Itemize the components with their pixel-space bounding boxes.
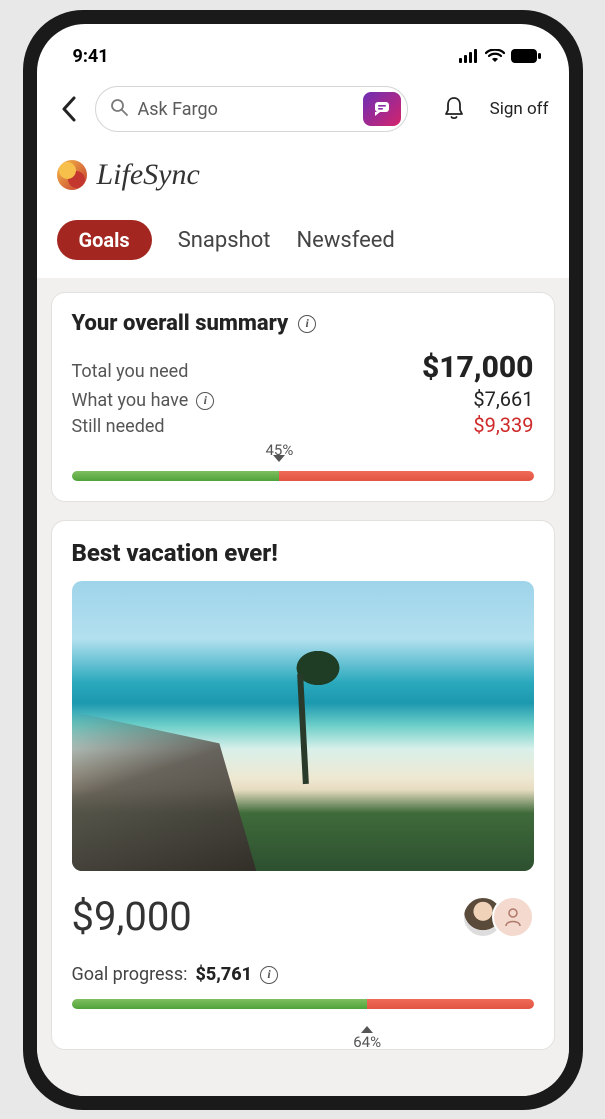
goal-progress-value: $5,761 <box>195 964 252 985</box>
brand-row: LifeSync <box>37 138 569 200</box>
still-label: Still needed <box>72 416 165 437</box>
caret-up-icon <box>361 1026 373 1033</box>
notifications-button[interactable] <box>438 93 470 125</box>
summary-progress: 45% <box>72 459 534 481</box>
fargo-assistant-icon[interactable] <box>363 92 401 126</box>
bell-icon <box>442 96 466 122</box>
summary-progress-bar <box>72 471 534 481</box>
lifesync-logo-icon <box>57 160 87 190</box>
have-value: $7,661 <box>473 387 533 411</box>
info-icon[interactable]: i <box>196 392 214 410</box>
tabs: Goals Snapshot Newsfeed <box>37 200 569 278</box>
progress-filled <box>72 471 280 481</box>
progress-filled <box>72 999 368 1009</box>
goal-title: Best vacation ever! <box>72 539 534 567</box>
goal-progress-bar <box>72 999 534 1009</box>
goal-collaborators[interactable] <box>462 896 534 938</box>
tab-newsfeed[interactable]: Newsfeed <box>296 228 394 253</box>
progress-remaining <box>279 471 533 481</box>
content-area: Your overall summary i Total you need $1… <box>37 278 569 1096</box>
summary-card: Your overall summary i Total you need $1… <box>51 292 555 502</box>
search-input[interactable]: Ask Fargo <box>95 86 408 132</box>
status-time: 9:41 <box>73 46 109 67</box>
status-icons <box>459 49 541 63</box>
tab-goals[interactable]: Goals <box>57 220 152 260</box>
phone-frame: 9:41 <box>23 10 583 1110</box>
palm-tree-icon <box>293 648 343 688</box>
still-value: $9,339 <box>473 413 533 437</box>
phone-mockup: 9:41 <box>0 0 605 1119</box>
caret-down-icon <box>273 455 285 462</box>
person-icon <box>504 907 522 927</box>
back-button[interactable] <box>53 93 85 125</box>
goal-amount: $9,000 <box>72 893 192 940</box>
wifi-icon <box>485 49 505 63</box>
tab-snapshot[interactable]: Snapshot <box>178 228 271 253</box>
brand-name: LifeSync <box>97 158 200 192</box>
search-icon <box>110 98 128 121</box>
goal-image <box>72 581 534 871</box>
goal-progress: 64% <box>72 999 534 1029</box>
goal-progress-pct: 64% <box>353 1033 381 1051</box>
goal-progress-label-row: Goal progress: $5,761 i <box>72 964 534 985</box>
avatar <box>492 896 534 938</box>
have-label: What you have i <box>72 390 215 411</box>
info-icon[interactable]: i <box>260 966 278 984</box>
top-nav: Ask Fargo Sign off <box>37 74 569 138</box>
progress-remaining <box>367 999 533 1009</box>
total-need-label: Total you need <box>72 361 189 382</box>
goal-progress-label: Goal progress: <box>72 964 188 985</box>
have-label-text: What you have <box>72 390 189 411</box>
signoff-link[interactable]: Sign off <box>490 99 549 119</box>
battery-icon <box>511 49 541 63</box>
summary-title: Your overall summary <box>72 311 289 336</box>
chevron-left-icon <box>61 96 77 122</box>
cellular-signal-icon <box>459 49 479 63</box>
goal-card[interactable]: Best vacation ever! $9,000 <box>51 520 555 1050</box>
search-placeholder: Ask Fargo <box>138 99 353 120</box>
status-bar: 9:41 <box>37 24 569 74</box>
info-icon[interactable]: i <box>298 315 316 333</box>
total-need-value: $17,000 <box>422 350 534 385</box>
phone-screen: 9:41 <box>37 24 569 1096</box>
